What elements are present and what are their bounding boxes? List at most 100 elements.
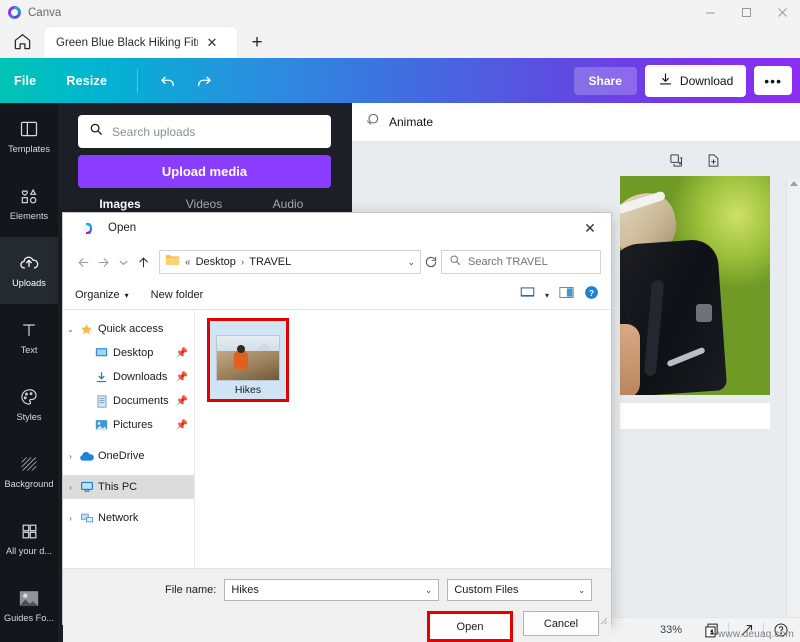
pin-icon[interactable]: 📌: [176, 372, 188, 383]
resize-button[interactable]: Resize: [66, 74, 107, 88]
file-type-select[interactable]: Custom Files ⌄: [447, 579, 593, 601]
redo-icon[interactable]: [192, 69, 216, 93]
sidebar-item-background[interactable]: Background: [0, 438, 58, 505]
sidebar-item-text[interactable]: Text: [0, 304, 58, 371]
help-circle-icon[interactable]: ?: [584, 285, 599, 305]
dialog-navigation-bar: « Desktop › TRAVEL ⌄ Search TRAVEL: [63, 243, 611, 281]
minimize-button[interactable]: [692, 0, 728, 25]
up-arrow-icon[interactable]: [133, 249, 153, 275]
tree-item-pictures[interactable]: Pictures 📌: [63, 413, 194, 437]
tree-item-documents[interactable]: Documents 📌: [63, 389, 194, 413]
maximize-button[interactable]: [728, 0, 764, 25]
file-item-hikes[interactable]: Hikes: [207, 318, 289, 402]
design-page-thumbnail[interactable]: [620, 176, 770, 395]
download-label: Download: [679, 73, 734, 88]
help-icon[interactable]: [764, 618, 798, 642]
canva-toolbar: File Resize Share Download •••: [0, 58, 800, 103]
share-button[interactable]: Share: [573, 66, 637, 95]
dialog-buttons: Open Cancel: [63, 601, 611, 642]
toolbar-right-actions: Share Download •••: [573, 64, 800, 97]
file-name-input[interactable]: Hikes ⌄: [224, 579, 440, 601]
sidebar-item-styles[interactable]: Styles: [0, 371, 58, 438]
downloads-icon: [93, 371, 110, 384]
search-travel-input[interactable]: Search TRAVEL: [441, 250, 601, 274]
duplicate-page-icon[interactable]: [669, 153, 684, 173]
pin-icon[interactable]: 📌: [176, 420, 188, 431]
breadcrumb-item-travel[interactable]: TRAVEL: [249, 256, 291, 268]
desktop-icon: [93, 347, 110, 359]
sidebar-item-uploads[interactable]: Uploads: [0, 237, 58, 304]
photo-icon: [18, 587, 40, 609]
view-layout-icon[interactable]: [520, 286, 535, 304]
add-page-icon[interactable]: [706, 153, 721, 173]
animate-label[interactable]: Animate: [389, 115, 433, 129]
tree-item-desktop[interactable]: Desktop 📌: [63, 341, 194, 365]
close-icon[interactable]: ✕: [204, 35, 220, 51]
chevron-right-icon[interactable]: ›: [63, 514, 78, 523]
sidebar-item-elements[interactable]: Elements: [0, 170, 58, 237]
tree-label: Quick access: [98, 323, 164, 335]
animate-icon: [364, 112, 380, 133]
organize-button[interactable]: Organize ▾: [75, 289, 129, 301]
breadcrumb[interactable]: « Desktop › TRAVEL ⌄: [159, 250, 421, 274]
tab-audio[interactable]: Audio: [246, 197, 330, 211]
back-arrow-icon[interactable]: [73, 249, 93, 275]
upload-media-button[interactable]: Upload media: [78, 155, 331, 188]
chevron-down-icon[interactable]: ⌄: [425, 585, 433, 596]
new-folder-button[interactable]: New folder: [151, 289, 204, 301]
dialog-close-button[interactable]: ✕: [569, 213, 611, 243]
download-button[interactable]: Download: [644, 64, 747, 97]
zoom-level[interactable]: 33%: [648, 624, 694, 636]
tree-label: Network: [98, 512, 139, 524]
file-list[interactable]: Hikes: [195, 310, 611, 568]
chevron-down-icon[interactable]: ▾: [545, 291, 549, 300]
tab-images[interactable]: Images: [78, 197, 162, 211]
chevron-down-icon[interactable]: ⌄: [407, 257, 415, 268]
chevron-down-icon[interactable]: ⌄: [578, 585, 586, 596]
tab-videos[interactable]: Videos: [162, 197, 246, 211]
fullscreen-icon[interactable]: [729, 618, 763, 642]
tree-item-quick-access[interactable]: ⌄ Quick access: [63, 317, 194, 341]
preview-pane-icon[interactable]: [559, 286, 574, 304]
open-button[interactable]: Open: [427, 611, 513, 642]
sidebar-label: Uploads: [12, 278, 46, 289]
file-menu-button[interactable]: File: [14, 74, 36, 88]
resize-grip[interactable]: [598, 612, 608, 625]
search-uploads-input[interactable]: Search uploads: [78, 115, 331, 148]
sidebar-item-guides-folder[interactable]: Guides Fo...: [0, 572, 58, 639]
sidebar-item-all-your-designs[interactable]: All your d...: [0, 505, 58, 572]
editor-left-rail: Templates Elements Uploads Text Styles B…: [0, 103, 58, 642]
onedrive-cloud-icon: [78, 451, 95, 462]
tree-item-onedrive[interactable]: › OneDrive: [63, 444, 194, 468]
chevron-right-icon[interactable]: ›: [63, 452, 78, 461]
tree-item-network[interactable]: › Network: [63, 506, 194, 530]
pin-icon[interactable]: 📌: [176, 396, 188, 407]
more-options-button[interactable]: •••: [754, 66, 792, 95]
folder-icon: [165, 253, 180, 271]
page-count-icon[interactable]: 1: [694, 618, 728, 642]
chevron-down-icon[interactable]: ⌄: [63, 325, 78, 334]
cancel-button[interactable]: Cancel: [523, 611, 599, 636]
file-name-label: Hikes: [234, 384, 262, 396]
forward-arrow-icon[interactable]: [93, 249, 113, 275]
navigation-tree: ⌄ Quick access Desktop 📌 Downloads 📌 Doc…: [63, 310, 195, 568]
tree-item-this-pc[interactable]: › This PC: [63, 475, 194, 499]
new-tab-button[interactable]: +: [237, 27, 277, 58]
refresh-icon[interactable]: [421, 250, 441, 274]
undo-icon[interactable]: [156, 69, 180, 93]
scroll-up-icon[interactable]: [790, 181, 798, 186]
chevron-right-icon[interactable]: ›: [63, 483, 78, 492]
animate-bar: Animate: [352, 103, 800, 141]
breadcrumb-item-desktop[interactable]: Desktop: [196, 256, 236, 268]
home-icon[interactable]: [0, 25, 44, 58]
tree-label: Downloads: [113, 371, 168, 383]
cloud-upload-icon: [18, 252, 40, 274]
dialog-title-bar: Open ✕: [63, 213, 611, 243]
browser-tab[interactable]: Green Blue Black Hiking Fitn ✕: [44, 27, 237, 58]
canvas-scrollbar[interactable]: [786, 179, 800, 642]
pin-icon[interactable]: 📌: [176, 348, 188, 359]
recent-chevron-icon[interactable]: [113, 249, 133, 275]
close-button[interactable]: [764, 0, 800, 25]
sidebar-item-templates[interactable]: Templates: [0, 103, 58, 170]
tree-item-downloads[interactable]: Downloads 📌: [63, 365, 194, 389]
